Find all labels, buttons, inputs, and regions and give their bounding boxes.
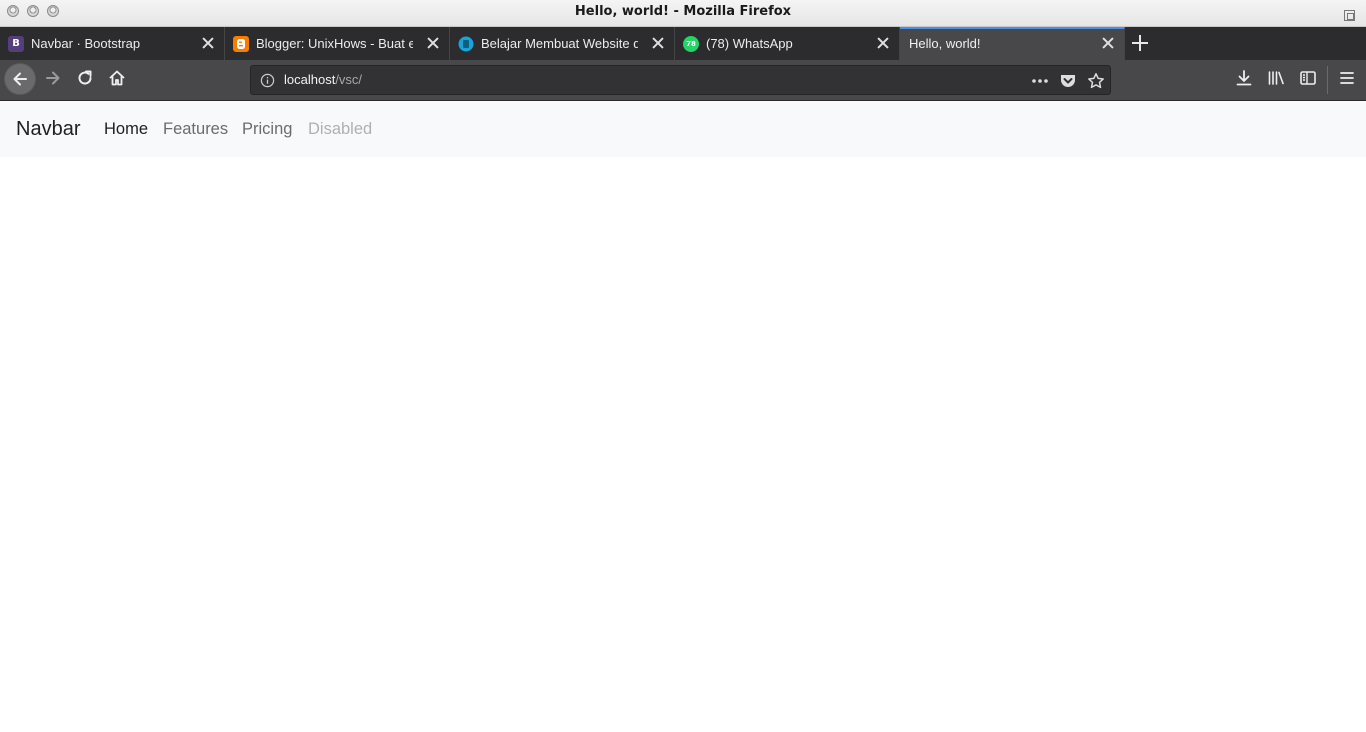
url-bar[interactable]: localhost/vsc/ bbox=[250, 65, 1111, 95]
whatsapp-icon: 78 bbox=[683, 36, 699, 52]
tab-blogger[interactable]: Blogger: UnixHows - Buat e bbox=[225, 27, 450, 60]
close-tab-icon[interactable] bbox=[877, 37, 889, 49]
tab-whatsapp[interactable]: 78 (78) WhatsApp bbox=[675, 27, 900, 60]
downloads-icon[interactable] bbox=[1234, 68, 1254, 88]
close-tab-icon[interactable] bbox=[202, 37, 214, 49]
tab-label: Navbar · Bootstrap bbox=[31, 36, 141, 51]
close-tab-icon[interactable] bbox=[427, 37, 439, 49]
forward-icon[interactable] bbox=[43, 68, 63, 88]
library-icon[interactable] bbox=[1266, 68, 1286, 88]
tab-hello-world[interactable]: Hello, world! bbox=[900, 27, 1125, 60]
nav-link-features[interactable]: Features bbox=[163, 120, 228, 139]
new-tab-icon[interactable] bbox=[1131, 34, 1149, 52]
navbar-brand[interactable]: Navbar bbox=[16, 118, 80, 141]
tab-belajar-membuat-website[interactable]: Belajar Membuat Website d bbox=[450, 27, 675, 60]
url-text[interactable]: localhost/vsc/ bbox=[284, 72, 362, 87]
page-actions-icon[interactable] bbox=[1031, 74, 1049, 88]
tab-label: Belajar Membuat Website d bbox=[481, 36, 638, 51]
back-button[interactable] bbox=[4, 63, 36, 95]
window-title: Hello, world! - Mozilla Firefox bbox=[574, 4, 792, 19]
tab-strip: B Navbar · Bootstrap Blogger: UnixHows -… bbox=[0, 27, 1366, 60]
url-path: /vsc/ bbox=[335, 72, 363, 87]
reload-icon[interactable] bbox=[75, 68, 95, 88]
menu-icon[interactable] bbox=[1337, 68, 1357, 88]
navigation-toolbar: localhost/vsc/ bbox=[0, 60, 1366, 101]
sidebar-icon[interactable] bbox=[1298, 68, 1318, 88]
back-icon bbox=[13, 72, 27, 86]
info-icon[interactable] bbox=[260, 73, 275, 88]
window-restore-icon[interactable] bbox=[1344, 10, 1355, 21]
home-icon[interactable] bbox=[107, 68, 127, 88]
bootstrap-icon: B bbox=[8, 36, 24, 52]
pocket-icon[interactable] bbox=[1059, 72, 1077, 90]
bootstrap-navbar: Navbar Home Features Pricing Disabled bbox=[0, 101, 1366, 157]
blogger-icon bbox=[233, 36, 249, 52]
window-titlebar: Hello, world! - Mozilla Firefox bbox=[0, 0, 1366, 27]
url-host: localhost bbox=[284, 72, 336, 87]
close-tab-icon[interactable] bbox=[652, 37, 664, 49]
tab-bootstrap-navbar[interactable]: B Navbar · Bootstrap bbox=[0, 27, 225, 60]
bookmark-star-icon[interactable] bbox=[1087, 72, 1105, 90]
nav-link-home[interactable]: Home bbox=[104, 120, 148, 139]
nav-link-disabled: Disabled bbox=[308, 120, 373, 138]
close-tab-icon[interactable] bbox=[1102, 37, 1114, 49]
nav-link-pricing[interactable]: Pricing bbox=[242, 120, 292, 139]
tab-label: Hello, world! bbox=[909, 36, 981, 51]
toolbar-separator bbox=[1327, 66, 1328, 94]
site-icon bbox=[458, 36, 474, 52]
tab-label: Blogger: UnixHows - Buat e bbox=[256, 36, 413, 51]
tab-label: (78) WhatsApp bbox=[706, 36, 793, 51]
page-content: Navbar Home Features Pricing Disabled bbox=[0, 101, 1366, 732]
